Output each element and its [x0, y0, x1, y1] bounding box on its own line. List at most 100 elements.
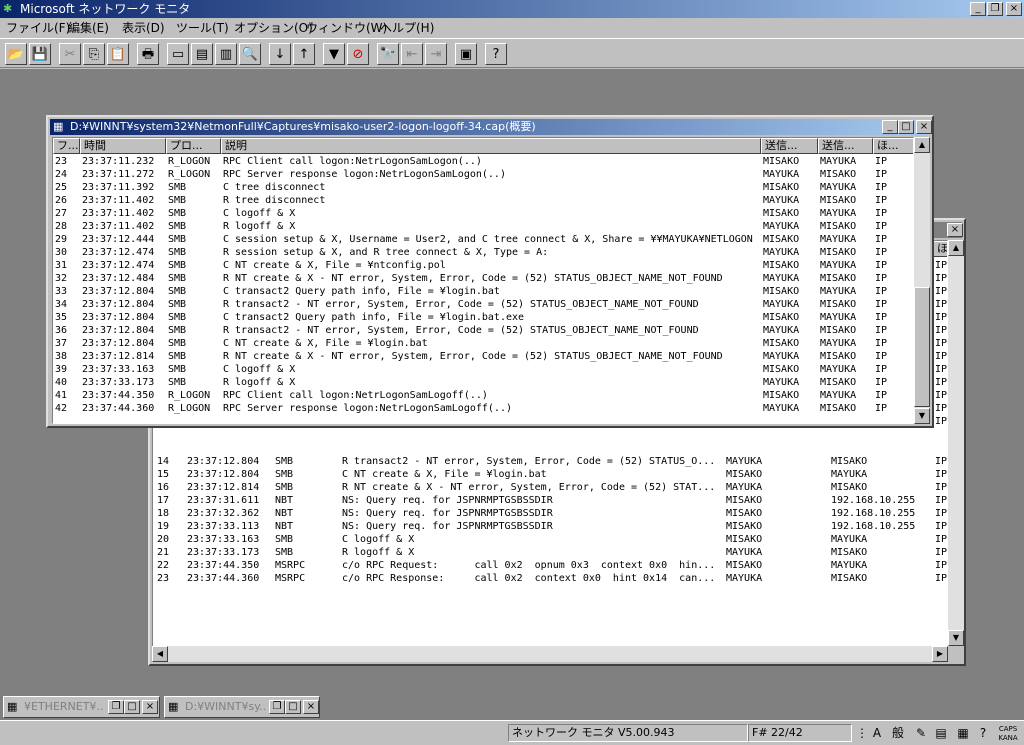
zoom-icon[interactable]: 🔍 — [239, 43, 261, 65]
front-row[interactable]: 38 23:37:12.814 SMB R NT create & X - NT er… — [53, 350, 913, 363]
front-vertical-scrollbar[interactable]: ▲ ▼ — [914, 137, 930, 424]
back-row[interactable]: 19 23:37:33.113 NBT NS: Query req. for JSPN… — [153, 520, 947, 533]
paste-icon[interactable]: 📋 — [107, 43, 129, 65]
front-row[interactable]: 36 23:37:12.804 SMB R transact2 - NT error,… — [53, 324, 913, 337]
back-scroll-down-button[interactable]: ▼ — [948, 630, 964, 646]
back-row[interactable]: 23 23:37:44.360 MSRPC c/o RPC Response: cal… — [153, 572, 947, 585]
front-row[interactable]: 29 23:37:12.444 SMB C session setup & X, Us… — [53, 233, 913, 246]
ime-dictionary-icon[interactable]: ▤ — [932, 723, 950, 743]
hex-pane-icon[interactable]: ▥ — [215, 43, 237, 65]
menu-help[interactable]: ヘルプ(H) — [380, 20, 434, 36]
next-frame-icon[interactable]: ↓ — [269, 43, 291, 65]
ime-pad-icon[interactable]: ▦ — [954, 723, 972, 743]
menu-options[interactable]: オプション(O) — [234, 20, 313, 36]
back-scroll-up-button[interactable]: ▲ — [948, 240, 964, 256]
front-row[interactable]: 24 23:37:11.272 R_LOGON RPC Server response… — [53, 168, 913, 181]
back-vertical-scrollbar[interactable]: ▲ ▼ — [948, 240, 964, 646]
col-src[interactable]: 送信... — [761, 138, 818, 154]
prev-frame-icon[interactable]: ↑ — [293, 43, 315, 65]
app-titlebar[interactable]: ✱ Microsoft ネットワーク モニタ _ ❐ × — [0, 0, 1024, 18]
front-row[interactable]: 28 23:37:11.402 SMB R logoff & X MAYUKA MISAK… — [53, 220, 913, 233]
find-next-icon[interactable]: ⇥ — [425, 43, 447, 65]
help-icon[interactable]: ? — [485, 43, 507, 65]
front-row[interactable]: 42 23:37:44.360 R_LOGON RPC Server response… — [53, 402, 913, 415]
detail-pane-icon[interactable]: ▤ — [191, 43, 213, 65]
minimized-maximize-button[interactable]: □ — [124, 700, 140, 714]
find-icon[interactable]: 🔭 — [377, 43, 399, 65]
front-window-titlebar[interactable]: ▦ D:¥WINNT¥system32¥NetmonFull¥Captures¥… — [50, 119, 932, 135]
front-row[interactable]: 37 23:37:12.804 SMB C NT create & X, File =… — [53, 337, 913, 350]
back-row[interactable]: 17 23:37:31.611 NBT NS: Query req. for JSPN… — [153, 494, 947, 507]
back-row[interactable]: 18 23:37:32.362 NBT NS: Query req. for JSPN… — [153, 507, 947, 520]
col-protocol[interactable]: プロ... — [166, 138, 221, 154]
window-icon[interactable]: ▣ — [455, 43, 477, 65]
restore-button[interactable]: ❐ — [987, 2, 1003, 16]
front-row[interactable]: 35 23:37:12.804 SMB C transact2 Query path … — [53, 311, 913, 324]
front-row[interactable]: 39 23:37:33.163 SMB C logoff & X MISAKO MAYUK… — [53, 363, 913, 376]
back-scroll-left-button[interactable]: ◀ — [152, 646, 168, 662]
minimized-close-button[interactable]: × — [142, 700, 158, 714]
minimize-button[interactable]: _ — [970, 2, 986, 16]
minimized-window-ethernet[interactable]: ▦ ¥ETHERNET¥... ❐ □ × — [3, 696, 160, 718]
front-row[interactable]: 41 23:37:44.350 R_LOGON RPC Client call log… — [53, 389, 913, 402]
menu-view[interactable]: 表示(D) — [122, 20, 165, 36]
col-other[interactable]: ほ... — [873, 138, 913, 154]
remove-filter-icon[interactable]: ⊘ — [347, 43, 369, 65]
menu-tools[interactable]: ツール(T) — [176, 20, 229, 36]
open-icon[interactable]: 📂 — [5, 43, 27, 65]
back-row[interactable]: 22 23:37:44.350 MSRPC c/o RPC Request: call… — [153, 559, 947, 572]
back-col-other[interactable]: ほ — [933, 241, 947, 257]
ime-tool-icon[interactable]: ✎ — [912, 723, 930, 743]
front-minimize-button[interactable]: _ — [882, 120, 898, 134]
col-description[interactable]: 説明 — [221, 138, 761, 154]
front-maximize-button[interactable]: □ — [898, 120, 914, 134]
front-row[interactable]: 31 23:37:12.474 SMB C NT create & X, File =… — [53, 259, 913, 272]
col-time[interactable]: 時間 — [80, 138, 166, 154]
front-row[interactable]: 33 23:37:12.804 SMB C transact2 Query path … — [53, 285, 913, 298]
back-scroll-right-button[interactable]: ▶ — [932, 646, 948, 662]
front-row[interactable]: 34 23:37:12.804 SMB R transact2 - NT error,… — [53, 298, 913, 311]
ime-a-indicator[interactable]: A — [870, 723, 884, 743]
minimized-window-capture[interactable]: ▦ D:¥WINNT¥sy... ❐ □ × — [164, 696, 320, 718]
minimized-restore-button[interactable]: ❐ — [269, 700, 285, 714]
back-row[interactable]: 20 23:37:33.163 SMB C logoff & X MISAKO MAYUK… — [153, 533, 947, 546]
menu-edit[interactable]: 編集(E) — [68, 20, 109, 36]
front-row[interactable]: 25 23:37:11.392 SMB C tree disconnect MISAKO… — [53, 181, 913, 194]
filter-icon[interactable]: ▼ — [323, 43, 345, 65]
ime-help-icon[interactable]: ? — [976, 723, 990, 743]
front-scroll-thumb[interactable] — [914, 287, 930, 407]
front-row[interactable]: 23 23:37:11.232 R_LOGON RPC Client call log… — [53, 155, 913, 168]
capture-window-icon[interactable]: ▦ — [53, 119, 63, 135]
back-horizontal-scrollbar[interactable]: ◀ ▶ — [152, 646, 948, 662]
front-row[interactable]: 26 23:37:11.402 SMB R tree disconnect MAYUKA… — [53, 194, 913, 207]
minimized-maximize-button[interactable]: □ — [285, 700, 301, 714]
back-window-close-button[interactable]: × — [947, 223, 963, 237]
front-row[interactable]: 27 23:37:11.402 SMB C logoff & X MISAKO MAYUK… — [53, 207, 913, 220]
copy-icon[interactable]: ⎘ — [83, 43, 105, 65]
print-icon[interactable]: 🖶 — [137, 43, 159, 65]
ime-mode-indicator[interactable]: 般 — [888, 723, 908, 743]
front-capture-window[interactable]: ▦ D:¥WINNT¥system32¥NetmonFull¥Captures¥… — [46, 115, 934, 428]
netmon-app-icon[interactable]: ✱ — [3, 3, 15, 15]
front-scroll-down-button[interactable]: ▼ — [914, 408, 930, 424]
find-previous-icon[interactable]: ⇤ — [401, 43, 423, 65]
front-scroll-up-button[interactable]: ▲ — [914, 137, 930, 153]
front-row[interactable]: 32 23:37:12.484 SMB R NT create & X - NT er… — [53, 272, 913, 285]
front-frame-list[interactable]: フ... 時間 プロ... 説明 送信... 送信... ほ... 23 23:3… — [52, 137, 914, 424]
back-row[interactable]: 16 23:37:12.814 SMB R NT create & X - NT er… — [153, 481, 947, 494]
back-row[interactable]: 15 23:37:12.804 SMB C NT create & X, File =… — [153, 468, 947, 481]
close-button[interactable]: × — [1006, 2, 1022, 16]
front-row[interactable]: 40 23:37:33.173 SMB R logoff & X MAYUKA MISAK… — [53, 376, 913, 389]
menu-file[interactable]: ファイル(F) — [6, 20, 70, 36]
col-dst[interactable]: 送信... — [818, 138, 873, 154]
back-row[interactable]: 21 23:37:33.173 SMB R logoff & X MAYUKA MISAK… — [153, 546, 947, 559]
col-frame[interactable]: フ... — [53, 138, 80, 154]
front-close-button[interactable]: × — [916, 120, 932, 134]
minimized-close-button[interactable]: × — [303, 700, 319, 714]
save-icon[interactable]: 💾 — [29, 43, 51, 65]
cut-icon[interactable]: ✂ — [59, 43, 81, 65]
summary-pane-icon[interactable]: ▭ — [167, 43, 189, 65]
front-row[interactable]: 30 23:37:12.474 SMB R session setup & X, an… — [53, 246, 913, 259]
back-row[interactable]: 14 23:37:12.804 SMB R transact2 - NT error,… — [153, 455, 947, 468]
menu-window[interactable]: ウィンドウ(W) — [306, 20, 387, 36]
